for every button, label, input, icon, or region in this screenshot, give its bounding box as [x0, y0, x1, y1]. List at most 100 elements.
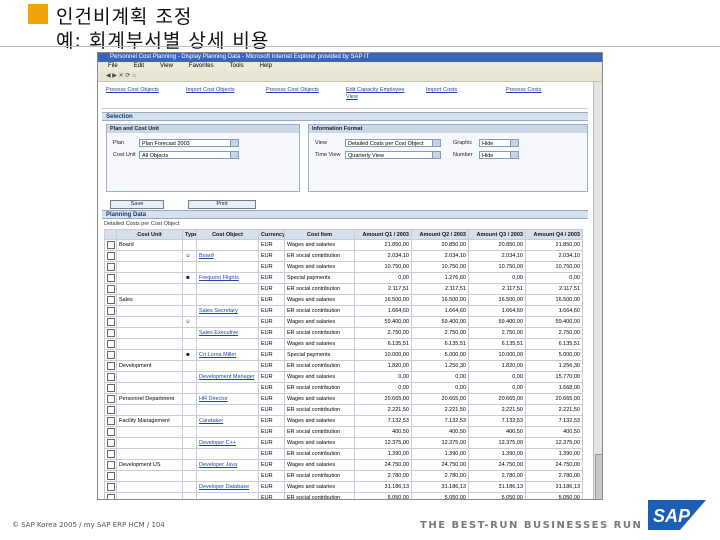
action-link[interactable]: Process Costs — [506, 87, 568, 94]
cost-object-cell — [196, 294, 259, 306]
menu-item[interactable]: Edit — [134, 63, 144, 69]
row-checkbox[interactable] — [107, 241, 115, 249]
table-row[interactable]: ☻ Cri Lorna Miller EUR Special payments 10.0… — [104, 349, 583, 361]
menu-item[interactable]: Help — [260, 63, 272, 69]
row-checkbox[interactable] — [107, 384, 115, 392]
row-select-cell — [104, 305, 117, 317]
row-checkbox[interactable] — [107, 483, 115, 491]
type-cell — [182, 382, 197, 394]
cost-object-cell[interactable]: Cri Lorna Miller — [196, 349, 259, 361]
amount-q1-cell: 7.132,53 — [354, 415, 412, 427]
table-row[interactable]: EUR ER social contribution 1.390,00 1.390,0… — [104, 448, 583, 460]
action-links: Process Cost Objects Import Cost Objects P… — [106, 85, 586, 107]
row-checkbox[interactable] — [107, 307, 115, 315]
plan-select[interactable]: Plan Forecast 2003 — [139, 139, 239, 147]
row-checkbox[interactable] — [107, 252, 115, 260]
scrollbar-thumb[interactable] — [595, 454, 602, 499]
table-row[interactable]: EUR ER social contribution 5.050,00 5.050,0… — [104, 492, 583, 499]
table-row[interactable]: Sales EUR Wages and salaries 16.500,00 16.50… — [104, 294, 583, 306]
menu-item[interactable]: Favorites — [189, 63, 214, 69]
table-row[interactable]: Facility Management Caretaker EUR Wages and… — [104, 415, 583, 427]
slide-title-line1: 인건비계획 조정 — [56, 6, 193, 28]
action-link[interactable]: Process Cost Objects — [106, 87, 168, 94]
number-select[interactable]: Hide — [479, 151, 519, 159]
cost-unit-cell: Board — [116, 239, 183, 251]
row-checkbox[interactable] — [107, 461, 115, 469]
chevron-down-icon — [230, 152, 238, 158]
row-checkbox[interactable] — [107, 494, 115, 499]
table-row[interactable]: EUR ER social contribution 400,50 400,50 400… — [104, 426, 583, 438]
cost-object-cell[interactable]: Frequent Flights — [196, 272, 259, 284]
table-row[interactable]: Development Manager EUR Wages and salaries… — [104, 371, 583, 383]
row-checkbox[interactable] — [107, 285, 115, 293]
row-checkbox[interactable] — [107, 318, 115, 326]
row-checkbox[interactable] — [107, 296, 115, 304]
action-link[interactable]: Import Costs — [426, 87, 488, 94]
row-select-cell — [104, 448, 117, 460]
amount-q2-cell: 1.276,60 — [411, 272, 469, 284]
time-view-select[interactable]: Quarterly View — [345, 151, 441, 159]
row-checkbox[interactable] — [107, 417, 115, 425]
cost-unit-cell — [116, 481, 183, 493]
row-checkbox[interactable] — [107, 428, 115, 436]
row-checkbox[interactable] — [107, 450, 115, 458]
row-checkbox[interactable] — [107, 373, 115, 381]
currency-cell: EUR — [258, 437, 285, 449]
amount-q2-cell: 1.664,60 — [411, 305, 469, 317]
cost-object-cell[interactable]: Developer Database — [196, 481, 259, 493]
table-row[interactable]: ☻ Frequent Flights EUR Special payments 0,00… — [104, 272, 583, 284]
table-row[interactable]: Development EUR ER social contribution 1.82… — [104, 360, 583, 372]
row-checkbox[interactable] — [107, 439, 115, 447]
row-checkbox[interactable] — [107, 263, 115, 271]
menu-item[interactable]: File — [108, 63, 118, 69]
table-row[interactable]: Sales Executive EUR ER social contribution… — [104, 327, 583, 339]
row-checkbox[interactable] — [107, 472, 115, 480]
table-row[interactable]: Developer C++ EUR Wages and salaries 12.375… — [104, 437, 583, 449]
cost-object-cell[interactable]: Sales Executive — [196, 327, 259, 339]
cost-object-cell[interactable]: HR Director — [196, 393, 259, 405]
vertical-scrollbar[interactable] — [593, 82, 602, 499]
action-link[interactable]: Edit Capacity Employee View — [346, 87, 408, 101]
row-select-cell — [104, 371, 117, 383]
amount-q1-cell: 10.000,00 — [354, 349, 412, 361]
graphic-select[interactable]: Hide — [479, 139, 519, 147]
row-checkbox[interactable] — [107, 274, 115, 282]
row-checkbox[interactable] — [107, 395, 115, 403]
menu-item[interactable]: Tools — [230, 63, 244, 69]
row-select-cell — [104, 294, 117, 306]
menu-item[interactable]: View — [160, 63, 173, 69]
action-link[interactable]: Import Cost Objects — [186, 87, 248, 94]
cost-object-cell[interactable]: Developer Java — [196, 459, 259, 471]
row-checkbox[interactable] — [107, 351, 115, 359]
view-select[interactable]: Detailed Costs per Cost Object — [345, 139, 441, 147]
table-row[interactable]: Sales Secretary EUR ER social contribution… — [104, 305, 583, 317]
table-row[interactable]: Board EUR Wages and salaries 21.850,00 20.85… — [104, 239, 583, 251]
cost-object-cell[interactable]: Development Manager — [196, 371, 259, 383]
print-button[interactable]: Print — [188, 200, 256, 209]
table-row[interactable]: EUR Wages and salaries 6.135,51 6.135,51 6.1… — [104, 338, 583, 350]
table-row[interactable]: Developer Database EUR Wages and salaries 3… — [104, 481, 583, 493]
table-row[interactable]: ☺ Board EUR ER social contribution 2.034,10 2… — [104, 250, 583, 262]
amount-q1-cell: 0,00 — [354, 272, 412, 284]
save-button[interactable]: Save — [110, 200, 164, 209]
table-row[interactable]: EUR ER social contribution 2.780,00 2.780,0… — [104, 470, 583, 482]
table-row[interactable]: Personnel Department HR Director EUR Wages … — [104, 393, 583, 405]
cost-object-cell[interactable]: Board — [196, 250, 259, 262]
table-row[interactable]: EUR ER social contribution 2.221,50 2.221,5… — [104, 404, 583, 416]
table-row[interactable]: ☺ EUR Wages and salaries 59.400,00 59.400,00… — [104, 316, 583, 328]
cost-object-cell[interactable]: Sales Secretary — [196, 305, 259, 317]
info-panel-header: Information Format — [309, 125, 587, 133]
table-row[interactable]: EUR Wages and salaries 10.750,00 10.750,00 1… — [104, 261, 583, 273]
row-checkbox[interactable] — [107, 362, 115, 370]
table-row[interactable]: Development US Developer Java EUR Wages and… — [104, 459, 583, 471]
cost-unit-select[interactable]: All Objects — [139, 151, 239, 159]
cost-object-cell — [196, 382, 259, 394]
row-checkbox[interactable] — [107, 340, 115, 348]
action-link[interactable]: Process Cost Objects — [266, 87, 328, 94]
row-checkbox[interactable] — [107, 406, 115, 414]
cost-object-cell[interactable]: Developer C++ — [196, 437, 259, 449]
table-row[interactable]: EUR ER social contribution 0,00 0,00 0,00 1.6… — [104, 382, 583, 394]
cost-object-cell[interactable]: Caretaker — [196, 415, 259, 427]
row-checkbox[interactable] — [107, 329, 115, 337]
table-row[interactable]: EUR ER social contribution 2.117,51 2.117,5… — [104, 283, 583, 295]
